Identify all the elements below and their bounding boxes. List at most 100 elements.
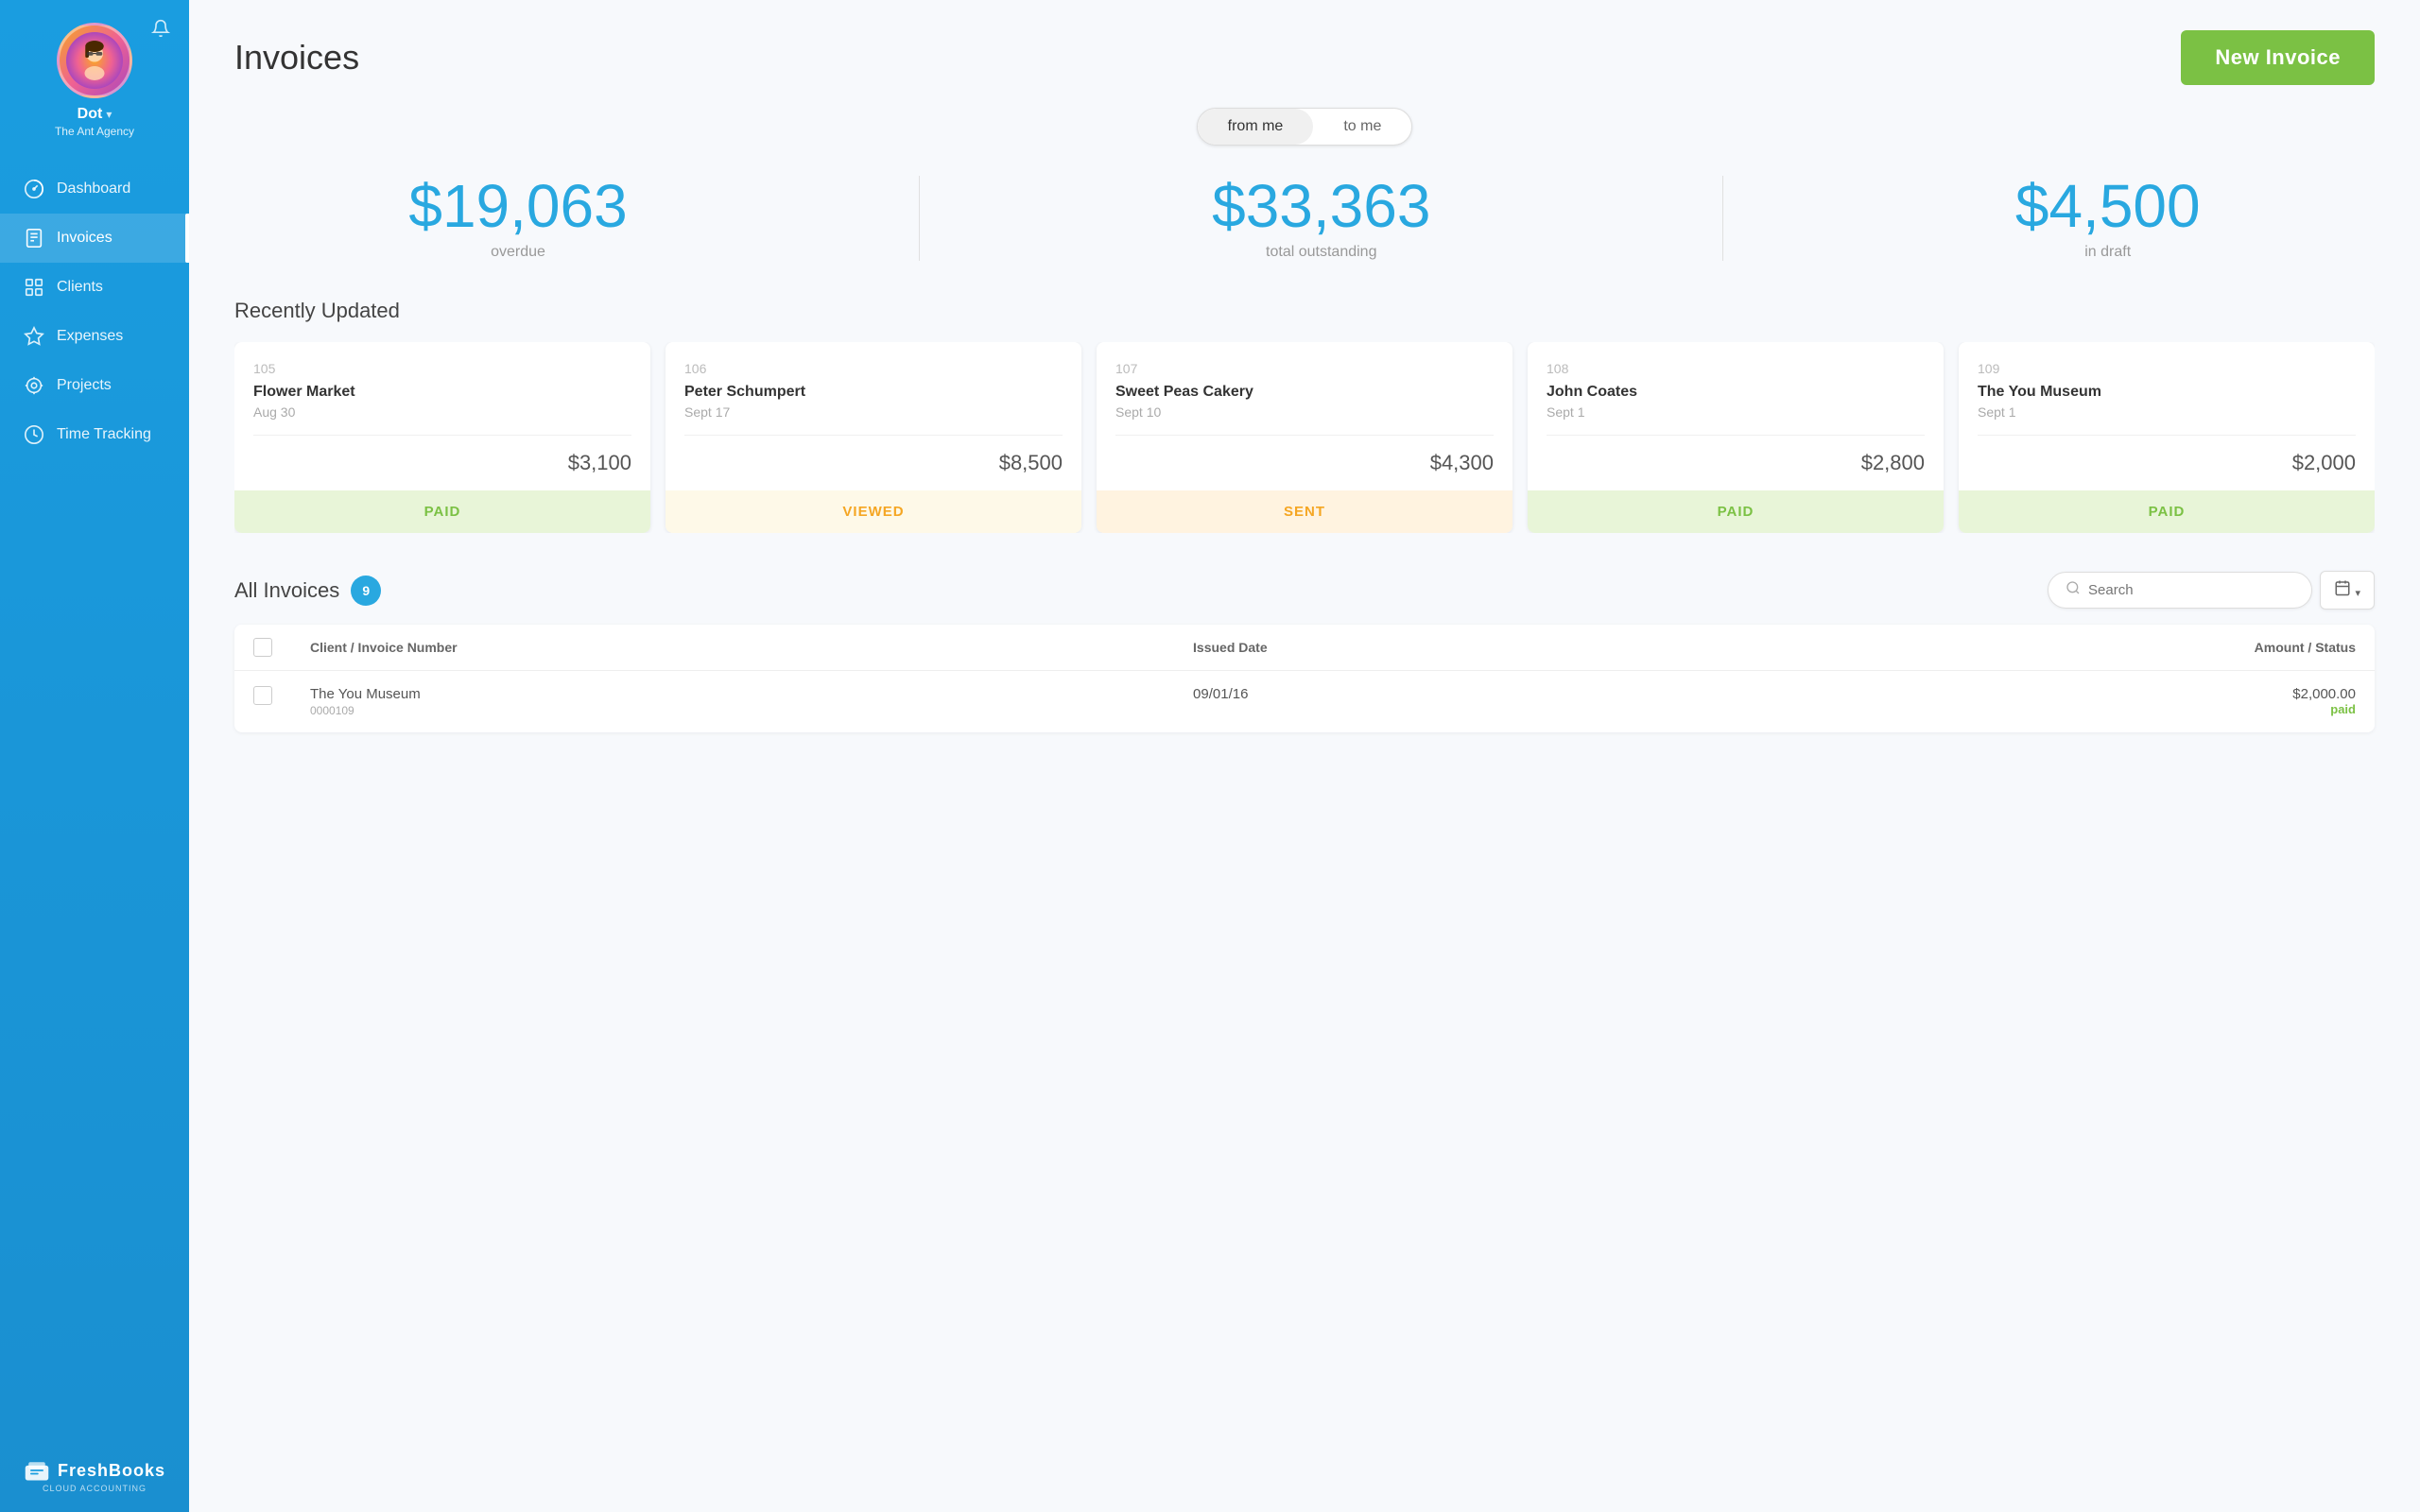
card-divider-107 <box>1115 435 1494 436</box>
card-amount-105: $3,100 <box>253 451 631 475</box>
card-client-109: The You Museum <box>1978 384 2356 401</box>
card-number-105: 105 <box>253 361 631 376</box>
stat-draft: $4,500 in draft <box>2015 176 2201 261</box>
stat-divider-1 <box>919 176 920 261</box>
card-date-106: Sept 17 <box>684 404 1063 420</box>
header-amount: Amount / Status <box>1709 625 2375 671</box>
card-date-108: Sept 1 <box>1547 404 1925 420</box>
invoice-card-109[interactable]: 109 The You Museum Sept 1 $2,000 PAID <box>1959 342 2375 533</box>
select-all-checkbox[interactable] <box>253 638 272 657</box>
sidebar-item-time-tracking[interactable]: Time Tracking <box>0 410 189 459</box>
logo-text: FreshBooks <box>58 1461 165 1481</box>
calendar-button[interactable]: ▾ <box>2320 571 2375 610</box>
card-status-106: VIEWED <box>666 490 1081 533</box>
stat-divider-2 <box>1722 176 1723 261</box>
dashboard-icon <box>23 178 45 200</box>
invoice-card-106[interactable]: 106 Peter Schumpert Sept 17 $8,500 VIEWE… <box>666 342 1081 533</box>
invoice-card-108[interactable]: 108 John Coates Sept 1 $2,800 PAID <box>1528 342 1944 533</box>
toggle-row: from me to me <box>234 108 2375 146</box>
row-amount-cell: $2,000.00 paid <box>1709 671 2375 733</box>
table-header-row: Client / Invoice Number Issued Date Amou… <box>234 625 2375 671</box>
row-invoice-num: 0000109 <box>310 704 1155 717</box>
stats-row: $19,063 overdue $33,363 total outstandin… <box>234 176 2375 261</box>
row-status: paid <box>1728 702 2356 716</box>
time-tracking-icon <box>23 423 45 446</box>
row-date-cell: 09/01/16 <box>1174 671 1709 733</box>
row-client-name: The You Museum <box>310 686 1155 702</box>
bell-icon[interactable] <box>151 19 170 43</box>
card-date-109: Sept 1 <box>1978 404 2356 420</box>
card-client-105: Flower Market <box>253 384 631 401</box>
sidebar-item-projects[interactable]: Projects <box>0 361 189 410</box>
sidebar-label-time-tracking: Time Tracking <box>57 426 151 443</box>
recently-updated-title: Recently Updated <box>234 299 2375 323</box>
draft-label: in draft <box>2015 244 2201 261</box>
row-checkbox[interactable] <box>253 686 272 705</box>
invoice-toggle: from me to me <box>1197 108 1413 146</box>
freshbooks-logo: FreshBooks cloud accounting <box>5 1438 184 1512</box>
row-checkbox-cell <box>234 671 291 733</box>
outstanding-label: total outstanding <box>1212 244 1430 261</box>
all-invoices-header: All Invoices 9 ▾ <box>234 571 2375 610</box>
card-number-109: 109 <box>1978 361 2356 376</box>
row-client-cell: The You Museum 0000109 <box>291 671 1174 733</box>
card-amount-109: $2,000 <box>1978 451 2356 475</box>
all-invoices-label: All Invoices <box>234 578 339 603</box>
card-client-106: Peter Schumpert <box>684 384 1063 401</box>
clients-icon <box>23 276 45 299</box>
card-number-108: 108 <box>1547 361 1925 376</box>
invoice-table: Client / Invoice Number Issued Date Amou… <box>234 625 2375 732</box>
overdue-amount: $19,063 <box>408 176 627 236</box>
invoices-icon <box>23 227 45 249</box>
search-row: ▾ <box>2048 571 2375 610</box>
page-title: Invoices <box>234 38 359 77</box>
header-client: Client / Invoice Number <box>291 625 1174 671</box>
toggle-from-me[interactable]: from me <box>1198 109 1314 145</box>
user-agency: The Ant Agency <box>55 125 134 138</box>
card-body-106: 106 Peter Schumpert Sept 17 $8,500 <box>666 342 1081 490</box>
draft-amount: $4,500 <box>2015 176 2201 236</box>
card-client-108: John Coates <box>1547 384 1925 401</box>
projects-icon <box>23 374 45 397</box>
card-status-105: PAID <box>234 490 650 533</box>
sidebar-label-expenses: Expenses <box>57 328 123 345</box>
card-amount-108: $2,800 <box>1547 451 1925 475</box>
card-status-108: PAID <box>1528 490 1944 533</box>
sidebar-item-dashboard[interactable]: Dashboard <box>0 164 189 214</box>
invoice-card-107[interactable]: 107 Sweet Peas Cakery Sept 10 $4,300 SEN… <box>1097 342 1512 533</box>
card-divider-109 <box>1978 435 2356 436</box>
search-icon <box>2066 580 2081 600</box>
card-divider-108 <box>1547 435 1925 436</box>
stat-outstanding: $33,363 total outstanding <box>1212 176 1430 261</box>
new-invoice-button[interactable]: New Invoice <box>2181 30 2375 85</box>
card-divider-106 <box>684 435 1063 436</box>
header-date[interactable]: Issued Date <box>1174 625 1709 671</box>
sidebar-item-invoices[interactable]: Invoices <box>0 214 189 263</box>
search-input[interactable] <box>2088 582 2294 598</box>
avatar <box>57 23 132 98</box>
sidebar-item-expenses[interactable]: Expenses <box>0 312 189 361</box>
all-invoices-title: All Invoices 9 <box>234 576 381 606</box>
card-body-107: 107 Sweet Peas Cakery Sept 10 $4,300 <box>1097 342 1512 490</box>
page-header: Invoices New Invoice <box>234 30 2375 85</box>
user-profile: Dot ▾ The Ant Agency <box>0 0 189 153</box>
row-amount: $2,000.00 <box>1728 686 2356 702</box>
dropdown-arrow-icon: ▾ <box>2355 588 2360 599</box>
card-body-105: 105 Flower Market Aug 30 $3,100 <box>234 342 650 490</box>
sidebar: Dot ▾ The Ant Agency Dashboard <box>0 0 189 1512</box>
table-row[interactable]: The You Museum 0000109 09/01/16 $2,000.0… <box>234 671 2375 733</box>
card-divider-105 <box>253 435 631 436</box>
user-name: Dot <box>78 106 103 123</box>
sidebar-item-clients[interactable]: Clients <box>0 263 189 312</box>
card-amount-106: $8,500 <box>684 451 1063 475</box>
sidebar-label-clients: Clients <box>57 279 103 296</box>
sidebar-label-invoices: Invoices <box>57 230 112 247</box>
card-amount-107: $4,300 <box>1115 451 1494 475</box>
toggle-to-me[interactable]: to me <box>1313 109 1411 145</box>
card-number-107: 107 <box>1115 361 1494 376</box>
card-date-105: Aug 30 <box>253 404 631 420</box>
logo-tagline: cloud accounting <box>43 1484 147 1493</box>
dropdown-arrow-icon[interactable]: ▾ <box>106 108 112 121</box>
header-checkbox-col <box>234 625 291 671</box>
invoice-card-105[interactable]: 105 Flower Market Aug 30 $3,100 PAID <box>234 342 650 533</box>
